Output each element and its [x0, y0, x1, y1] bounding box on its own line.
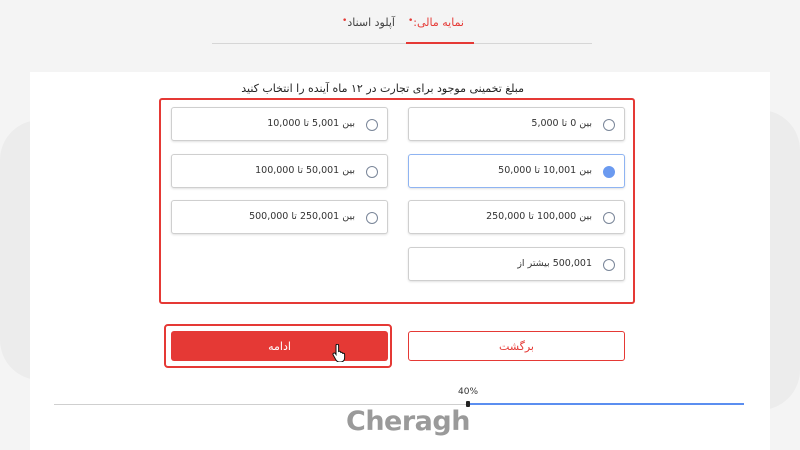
radio-icon[interactable]	[366, 119, 378, 131]
continue-button[interactable]: ادامه	[171, 331, 388, 361]
option-item[interactable]: بین 100,000 تا 250,000	[408, 200, 625, 234]
option-label: بین 100,000 تا 250,000	[486, 211, 592, 222]
option-item[interactable]: بین 0 تا 5,000	[408, 107, 625, 141]
option-item[interactable]: بین 10,001 تا 50,000	[408, 153, 625, 188]
tab-financial-profile[interactable]: نمایه مالی:•	[408, 16, 464, 29]
tab-upload-label: آپلود اسناد	[347, 16, 395, 29]
progress-fill	[468, 403, 744, 405]
option-label: بین 250,001 تا 500,000	[249, 211, 355, 222]
option-label: بین 5,001 تا 10,000	[267, 118, 355, 129]
radio-icon[interactable]	[366, 212, 378, 224]
tab-financial-label: نمایه مالی:	[413, 16, 464, 29]
progress-percent: 40%	[458, 387, 479, 397]
option-label: بین 10,001 تا 50,000	[498, 164, 592, 176]
active-tab-indicator	[406, 42, 474, 44]
option-label: 500,001 بیشتر از	[517, 257, 592, 269]
hand-cursor-icon	[332, 344, 346, 362]
continue-button-label: ادامه	[268, 339, 291, 353]
step-tabs: نمایه مالی:• آپلود اسناد•	[212, 0, 592, 44]
option-item[interactable]: بین 50,001 تا 100,000	[171, 153, 388, 188]
option-label: بین 0 تا 5,000	[531, 118, 592, 129]
watermark-logo: Cheragh	[346, 406, 470, 437]
radio-icon[interactable]	[603, 165, 615, 178]
back-button[interactable]: برگشت	[408, 331, 625, 361]
option-item[interactable]: بین 5,001 تا 10,000	[171, 107, 388, 141]
option-item[interactable]: 500,001 بیشتر از	[408, 246, 625, 281]
radio-icon[interactable]	[603, 212, 615, 224]
radio-icon[interactable]	[366, 165, 378, 178]
option-label: بین 50,001 تا 100,000	[255, 164, 355, 176]
option-item[interactable]: بین 250,001 تا 500,000	[171, 200, 388, 234]
radio-icon[interactable]	[603, 119, 615, 131]
radio-icon[interactable]	[603, 258, 615, 271]
question-text: مبلغ تخمینی موجود برای تجارت در ۱۲ ماه آ…	[241, 82, 524, 95]
tab-upload-documents[interactable]: آپلود اسناد•	[342, 16, 395, 29]
back-button-label: برگشت	[499, 339, 534, 353]
